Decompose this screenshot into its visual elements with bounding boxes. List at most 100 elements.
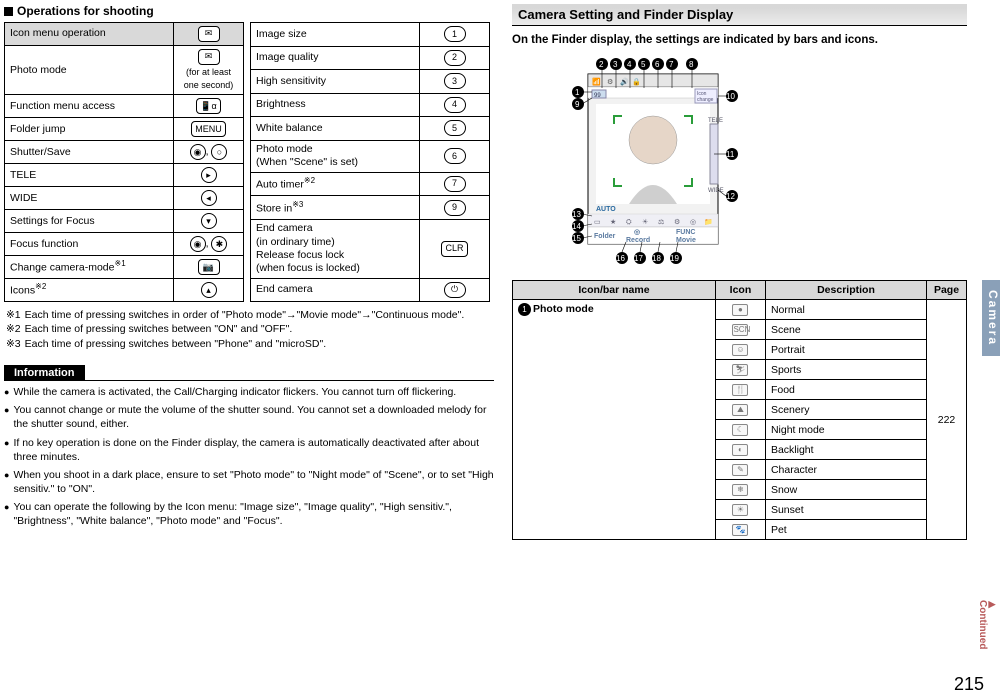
up-key-icon: ▴ [201, 282, 217, 298]
row-label: TELE [5, 164, 174, 187]
svg-text:17: 17 [634, 254, 643, 263]
svg-text:Folder: Folder [594, 233, 616, 240]
row-label: Change camera-mode※1 [5, 256, 174, 279]
key-5-icon: 5 [444, 120, 466, 136]
svg-text:change: change [697, 97, 714, 103]
svg-text:Movie: Movie [676, 237, 696, 244]
ir-key-icon: 📱α [196, 98, 220, 114]
row-label: End camera (in ordinary time) Release fo… [251, 219, 420, 278]
center-key-icon: ◉ [190, 236, 206, 252]
row-label: Image size [251, 23, 420, 47]
mode-desc: Backlight [765, 440, 926, 460]
information-box: Information While the camera is activate… [4, 365, 494, 529]
svg-text:16: 16 [616, 254, 625, 263]
key-2-icon: 2 [444, 50, 466, 66]
row-label: Folder jump [5, 118, 174, 141]
hangup-key-icon: ⏻ [444, 282, 466, 298]
mode-icon: ☾ [732, 424, 748, 436]
mode-icon: ✎ [732, 464, 748, 476]
svg-text:📶: 📶 [592, 77, 601, 86]
mode-desc: Pet [765, 520, 926, 540]
mode-desc: Character [765, 460, 926, 480]
row-label: Photo mode (When "Scene" is set) [251, 140, 420, 172]
operations-table-left: Icon menu operation✉ Photo mode ✉(for at… [4, 22, 244, 302]
row-label: Image quality [251, 46, 420, 70]
svg-text:1: 1 [575, 88, 580, 97]
key-1-icon: 1 [444, 26, 466, 42]
svg-text:◎: ◎ [634, 229, 640, 236]
svg-text:🔒: 🔒 [632, 78, 641, 86]
row-label: Focus function [5, 233, 174, 256]
row-label: WIDE [5, 187, 174, 210]
page-ref: 222 [927, 300, 967, 540]
svg-text:9: 9 [575, 100, 580, 109]
information-title: Information [4, 365, 85, 381]
side-tab-camera: Camera [982, 280, 1000, 356]
mode-desc: Sports [765, 360, 926, 380]
svg-text:FUNC: FUNC [676, 229, 695, 236]
key-9-icon: 9 [444, 200, 466, 216]
svg-text:5: 5 [641, 60, 646, 69]
row-label: Icons※2 [5, 279, 174, 302]
mode-icon: 🐾 [732, 524, 748, 536]
svg-text:10: 10 [726, 92, 735, 101]
right-key-icon: ▸ [201, 167, 217, 183]
circle-key-icon: ○ [211, 144, 227, 160]
svg-text:⚙: ⚙ [674, 218, 680, 226]
svg-text:14: 14 [572, 222, 581, 231]
row-label: Brightness [251, 93, 420, 117]
svg-text:🔊: 🔊 [620, 77, 629, 86]
mode-desc: Scenery [765, 400, 926, 420]
mode-icon: ☀ [732, 504, 748, 516]
svg-text:99: 99 [594, 93, 601, 99]
key-3-icon: 3 [444, 73, 466, 89]
svg-text:18: 18 [652, 254, 661, 263]
row-label: End camera [251, 278, 420, 302]
row-label: High sensitivity [251, 70, 420, 94]
row-label: White balance [251, 117, 420, 141]
mode-icon: SCN [732, 324, 748, 336]
mode-icon: ⛰ [732, 404, 748, 416]
mode-icon: 🍴 [732, 384, 748, 396]
svg-text:◎: ◎ [690, 219, 696, 226]
svg-text:11: 11 [726, 150, 735, 159]
mode-icon: ● [732, 304, 748, 316]
svg-text:13: 13 [572, 210, 581, 219]
th-icon: Icon [715, 281, 765, 300]
camera-key-icon: 📷 [198, 259, 220, 275]
key-6-icon: 6 [444, 148, 466, 164]
continued-label: Continued [977, 600, 998, 649]
svg-text:📁: 📁 [704, 218, 713, 226]
svg-text:12: 12 [726, 192, 735, 201]
finder-diagram: 📶⚙🔊🔒 AUTO TELE WIDE [512, 56, 967, 266]
svg-text:☀: ☀ [642, 218, 648, 226]
mode-icon: ❄ [732, 484, 748, 496]
key-4-icon: 4 [444, 97, 466, 113]
mode-desc: Snow [765, 480, 926, 500]
svg-text:2: 2 [599, 60, 604, 69]
operations-heading: Operations for shooting [4, 4, 494, 18]
row-label: Shutter/Save [5, 141, 174, 164]
page-number: 215 [954, 674, 984, 695]
svg-text:3: 3 [613, 60, 618, 69]
right-lead: On the Finder display, the settings are … [512, 34, 967, 46]
footnotes: ※1Each time of pressing switches in orde… [4, 308, 494, 351]
menu-key-icon: MENU [191, 121, 226, 137]
down-key-icon: ▾ [201, 213, 217, 229]
mode-desc: Night mode [765, 420, 926, 440]
clr-key-icon: CLR [441, 241, 467, 257]
svg-text:6: 6 [655, 60, 660, 69]
mode-desc: Food [765, 380, 926, 400]
th-description: Description [765, 281, 926, 300]
svg-text:4: 4 [627, 60, 632, 69]
row-label: Photo mode [5, 46, 174, 95]
mail-icon: ✉ [198, 49, 220, 65]
key-7-icon: 7 [444, 176, 466, 192]
svg-text:7: 7 [669, 60, 674, 69]
svg-text:WIDE: WIDE [708, 188, 724, 194]
icon-description-table: Icon/bar name Icon Description Page 1Pho… [512, 280, 967, 540]
svg-text:8: 8 [689, 60, 694, 69]
mode-desc: Scene [765, 320, 926, 340]
row-label: Settings for Focus [5, 210, 174, 233]
star-key-icon: ✱ [211, 236, 227, 252]
